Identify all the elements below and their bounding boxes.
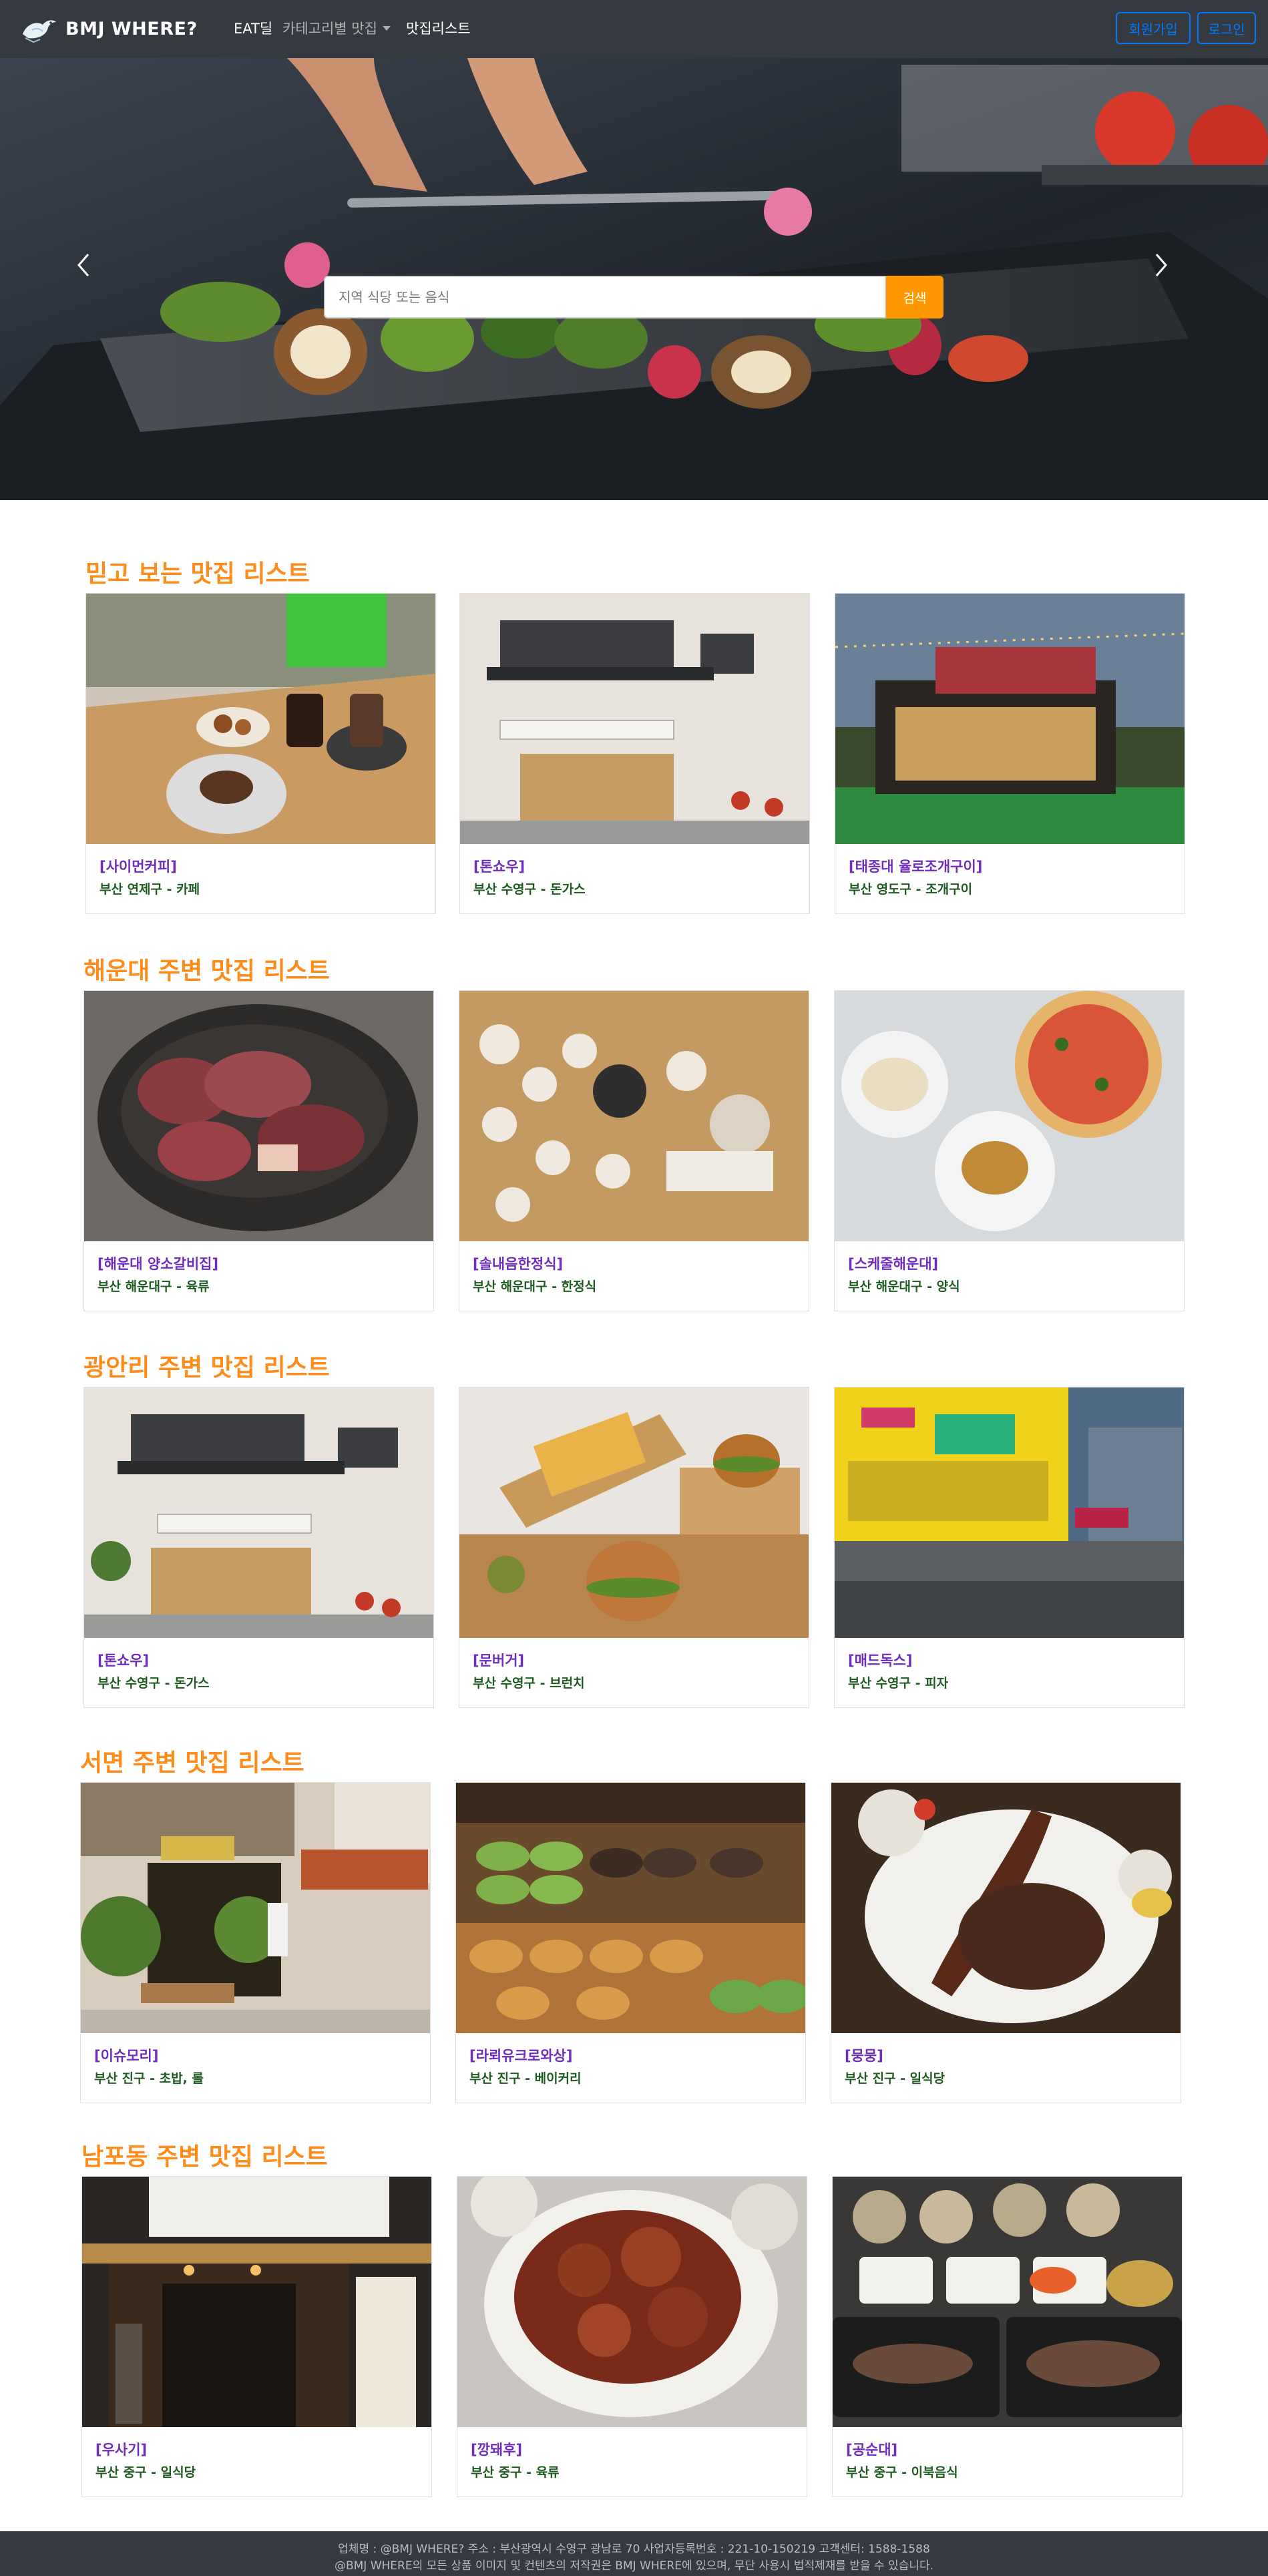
restaurant-card[interactable]: [공순대] 부산 중구 - 이북음식 [832,2176,1183,2497]
restaurant-card[interactable]: [사이먼커피] 부산 연제구 - 카페 [85,593,436,914]
restaurant-photo [835,594,1185,844]
restaurant-meta: 부산 해운대구 - 육류 [97,1279,210,1294]
restaurant-meta: 부산 수영구 - 피자 [848,1676,949,1691]
restaurant-name: [톤쇼우] [473,859,525,875]
restaurant-photo [835,991,1184,1241]
nav-categories-label: 카테고리별 맛집 [282,21,377,37]
restaurant-meta: 부산 연제구 - 카페 [99,882,200,897]
brand-name: BMJ WHERE? [65,18,198,39]
footer: 업체명 : @BMJ WHERE? 주소 : 부산광역시 수영구 광남로 70 … [0,2531,1268,2576]
caret-down-icon [382,26,391,31]
restaurant-card[interactable]: [문버거] 부산 수영구 - 브런치 [459,1387,809,1708]
chevron-right-icon [1155,254,1167,276]
restaurant-photo [835,1387,1184,1638]
section-title-seomyeon: 서면 주변 맛집 리스트 [80,1749,304,1777]
restaurant-name: [깡돼후] [471,2442,523,2458]
search-bar: 검색 [324,276,943,318]
section-title-haeundae: 해운대 주변 맛집 리스트 [83,957,330,985]
restaurant-card[interactable]: [이슈모리] 부산 진구 - 초밥, 롤 [80,1782,431,2103]
bird-logo-icon [23,20,56,43]
restaurant-card[interactable]: [해운대 양소갈비집] 부산 해운대구 - 육류 [83,990,434,1311]
search-button[interactable]: 검색 [886,276,943,318]
restaurant-photo [457,2177,807,2427]
restaurant-name: [해운대 양소갈비집] [97,1256,219,1272]
section-title-nampo: 남포동 주변 맛집 리스트 [81,2143,328,2171]
restaurant-meta: 부산 중구 - 이북음식 [846,2465,958,2480]
restaurant-card[interactable]: [솔내음한정식] 부산 해운대구 - 한정식 [459,990,809,1311]
restaurant-photo [84,1387,433,1638]
restaurant-meta: 부산 수영구 - 브런치 [473,1676,585,1691]
restaurant-name: [사이먼커피] [99,859,177,875]
restaurant-name: [문버거] [473,1653,525,1669]
login-button[interactable]: 로그인 [1197,12,1256,44]
chevron-left-icon [77,254,89,276]
restaurant-photo [460,594,809,844]
restaurant-photo [833,2177,1182,2427]
restaurant-name: [스케줄해운대] [848,1256,939,1272]
section-title-gwangalli: 광안리 주변 맛집 리스트 [83,1354,330,1381]
restaurant-card[interactable]: [라뢰유크로와상] 부산 진구 - 베이커리 [455,1782,806,2103]
restaurant-meta: 부산 해운대구 - 한정식 [473,1279,597,1294]
restaurant-photo [82,2177,431,2427]
carousel-next-button[interactable] [1154,252,1194,298]
restaurant-meta: 부산 수영구 - 돈가스 [473,882,586,897]
restaurant-card[interactable]: [태종대 율로조개구이] 부산 영도구 - 조개구이 [835,593,1185,914]
restaurant-name: [솔내음한정식] [473,1256,564,1272]
restaurant-photo [459,991,809,1241]
hero-carousel: 검색 [0,58,1268,500]
restaurant-card[interactable]: [깡돼후] 부산 중구 - 육류 [457,2176,807,2497]
restaurant-card[interactable]: [톤쇼우] 부산 수영구 - 돈가스 [459,593,810,914]
section-title-trusted: 믿고 보는 맛집 리스트 [85,560,310,588]
brand-link[interactable]: BMJ WHERE? [20,12,198,45]
restaurant-card[interactable]: [매드독스] 부산 수영구 - 피자 [834,1387,1185,1708]
signup-button[interactable]: 회원가입 [1116,12,1191,44]
carousel-prev-button[interactable] [75,252,115,298]
footer-company-info: 업체명 : @BMJ WHERE? 주소 : 부산광역시 수영구 광남로 70 … [338,2543,930,2556]
restaurant-meta: 부산 수영구 - 돈가스 [97,1676,210,1691]
search-input[interactable] [324,276,886,318]
restaurant-name: [매드독스] [848,1653,913,1669]
restaurant-photo [84,991,433,1241]
restaurant-name: [우사기] [95,2442,148,2458]
restaurant-meta: 부산 진구 - 초밥, 롤 [94,2071,204,2086]
footer-copyright: @BMJ WHERE의 모든 상품 이미지 및 컨텐츠의 저작권은 BMJ WH… [334,2559,934,2573]
restaurant-name: [톤쇼우] [97,1653,150,1669]
restaurant-name: [뭉뭉] [845,2048,883,2064]
restaurant-photo [86,594,435,844]
restaurant-meta: 부산 진구 - 일식당 [845,2071,945,2086]
restaurant-photo [459,1387,809,1638]
restaurant-meta: 부산 중구 - 일식당 [95,2465,196,2480]
restaurant-photo [456,1783,805,2033]
restaurant-card[interactable]: [스케줄해운대] 부산 해운대구 - 양식 [834,990,1185,1311]
restaurant-name: [라뢰유크로와상] [469,2048,573,2064]
nav-eat-deal[interactable]: EAT딜 [234,17,272,40]
restaurant-meta: 부산 해운대구 - 양식 [848,1279,960,1294]
restaurant-meta: 부산 영도구 - 조개구이 [849,882,973,897]
restaurant-name: [공순대] [846,2442,898,2458]
restaurant-meta: 부산 중구 - 육류 [471,2465,560,2480]
restaurant-card[interactable]: [뭉뭉] 부산 진구 - 일식당 [831,1782,1181,2103]
restaurant-meta: 부산 진구 - 베이커리 [469,2071,582,2086]
nav-categories-dropdown[interactable]: 카테고리별 맛집 [282,17,391,40]
restaurant-photo [831,1783,1181,2033]
restaurant-name: [이슈모리] [94,2048,159,2064]
restaurant-card[interactable]: [톤쇼우] 부산 수영구 - 돈가스 [83,1387,434,1708]
restaurant-name: [태종대 율로조개구이] [849,859,983,875]
navbar: BMJ WHERE? EAT딜 카테고리별 맛집 맛집리스트 회원가입 로그인 [0,0,1268,58]
restaurant-photo [81,1783,430,2033]
nav-restaurant-list[interactable]: 맛집리스트 [406,17,471,40]
restaurant-card[interactable]: [우사기] 부산 중구 - 일식당 [81,2176,432,2497]
